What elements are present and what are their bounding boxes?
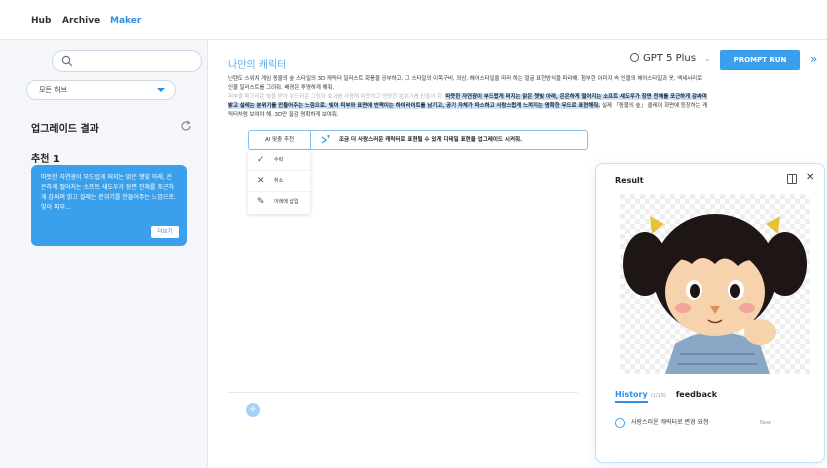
expand-panel-icon[interactable]: » xyxy=(810,52,817,66)
search-input[interactable] xyxy=(52,50,202,72)
top-nav: Hub Archive Maker xyxy=(0,0,827,40)
add-block-button[interactable]: + xyxy=(246,403,260,417)
chevron-down-icon xyxy=(157,88,165,92)
result-image xyxy=(620,194,810,374)
ai-suggestion-row[interactable]: AI 맞춤 추천 조금 더 사랑스러운 캐릭터로 표현될 수 있게 디테일 표현… xyxy=(248,130,588,150)
tab-feedback[interactable]: feedback xyxy=(676,390,717,399)
upgrade-results-title: 업그레이드 결과 xyxy=(31,124,99,135)
history-item-label: 사랑스러운 캐릭터로 변경 요청 xyxy=(631,419,709,426)
model-name: GPT 5 Plus xyxy=(643,53,696,64)
sidebar xyxy=(0,40,208,468)
prompt-faded-text: 피부결 매끄러운 빛을 받아 부드러운 그림자 효과를 사용해 따뜻하고 명랑한… xyxy=(228,94,444,100)
pencil-icon: ✎ xyxy=(257,197,265,207)
check-icon: ✓ xyxy=(257,155,265,165)
ai-suggestion-text: 조금 더 사랑스러운 캐릭터로 표현될 수 있게 디테일 표현을 업그레이드 시… xyxy=(339,137,523,143)
chevron-down-icon: ⌄ xyxy=(703,54,711,63)
menu-item-label: 취소 xyxy=(274,178,284,184)
model-icon xyxy=(630,53,639,62)
hub-select[interactable]: 모든 허브 xyxy=(26,80,176,100)
recommend-text: 따뜻한 자연광이 부드럽게 퍼지는 맑은 햇빛 아래, 은은하게 떨어지는 소프… xyxy=(41,174,176,211)
menu-item-label: 아래에 삽입 xyxy=(274,199,299,205)
tab-history[interactable]: History xyxy=(615,390,648,403)
prompt-text[interactable]: 닌텐도 스위치 게임 동물의 숲 스타일의 3D 캐릭터 일러스트 화풍을 공부… xyxy=(228,75,708,120)
prompt-run-button[interactable]: PROMPT RUN xyxy=(720,50,800,70)
model-select[interactable]: GPT 5 Plus ⌄ xyxy=(630,53,711,64)
divider xyxy=(228,392,578,393)
search-icon xyxy=(61,55,73,67)
prompt-paragraph-1: 닌텐도 스위치 게임 동물의 숲 스타일의 3D 캐릭터 일러스트 화풍을 공부… xyxy=(228,76,703,91)
history-count: (1/10) xyxy=(650,393,666,399)
menu-item-cancel[interactable]: ✕ 취소 xyxy=(248,171,310,192)
menu-item-label: 수락 xyxy=(274,157,284,163)
tab-hub[interactable]: Hub xyxy=(31,16,51,26)
document-title[interactable]: 나만의 캐릭터 xyxy=(228,56,286,71)
history-tabs: History (1/10) feedback xyxy=(615,390,717,403)
close-icon[interactable]: ✕ xyxy=(806,172,814,183)
more-button[interactable]: 더보기 xyxy=(151,226,179,238)
tab-maker[interactable]: Maker xyxy=(110,16,141,26)
history-item[interactable]: 사랑스러운 캐릭터로 변경 요청 New xyxy=(615,416,805,430)
split-view-icon[interactable] xyxy=(787,174,797,184)
ai-suggestion-label: AI 맞춤 추천 xyxy=(249,131,311,149)
new-badge: New xyxy=(760,420,771,426)
refresh-icon[interactable] xyxy=(180,120,192,132)
sparkle-icon xyxy=(321,135,330,144)
tab-archive[interactable]: Archive xyxy=(62,16,100,26)
result-title: Result xyxy=(615,176,644,185)
result-panel: Result ✕ History (1/10) feedback 사랑스러운 캐… xyxy=(595,163,825,463)
radio-icon[interactable] xyxy=(615,418,625,428)
recommend-card[interactable]: 따뜻한 자연광이 부드럽게 퍼지는 맑은 햇빛 아래, 은은하게 떨어지는 소프… xyxy=(31,165,187,246)
hub-select-value: 모든 허브 xyxy=(39,86,67,94)
menu-item-insert-below[interactable]: ✎ 아래에 삽입 xyxy=(248,192,310,213)
suggestion-menu: ✓ 수락 ✕ 취소 ✎ 아래에 삽입 xyxy=(248,150,310,214)
close-icon: ✕ xyxy=(257,176,265,186)
menu-item-accept[interactable]: ✓ 수락 xyxy=(248,150,310,171)
recommend-title: 추천 1 xyxy=(31,154,60,165)
